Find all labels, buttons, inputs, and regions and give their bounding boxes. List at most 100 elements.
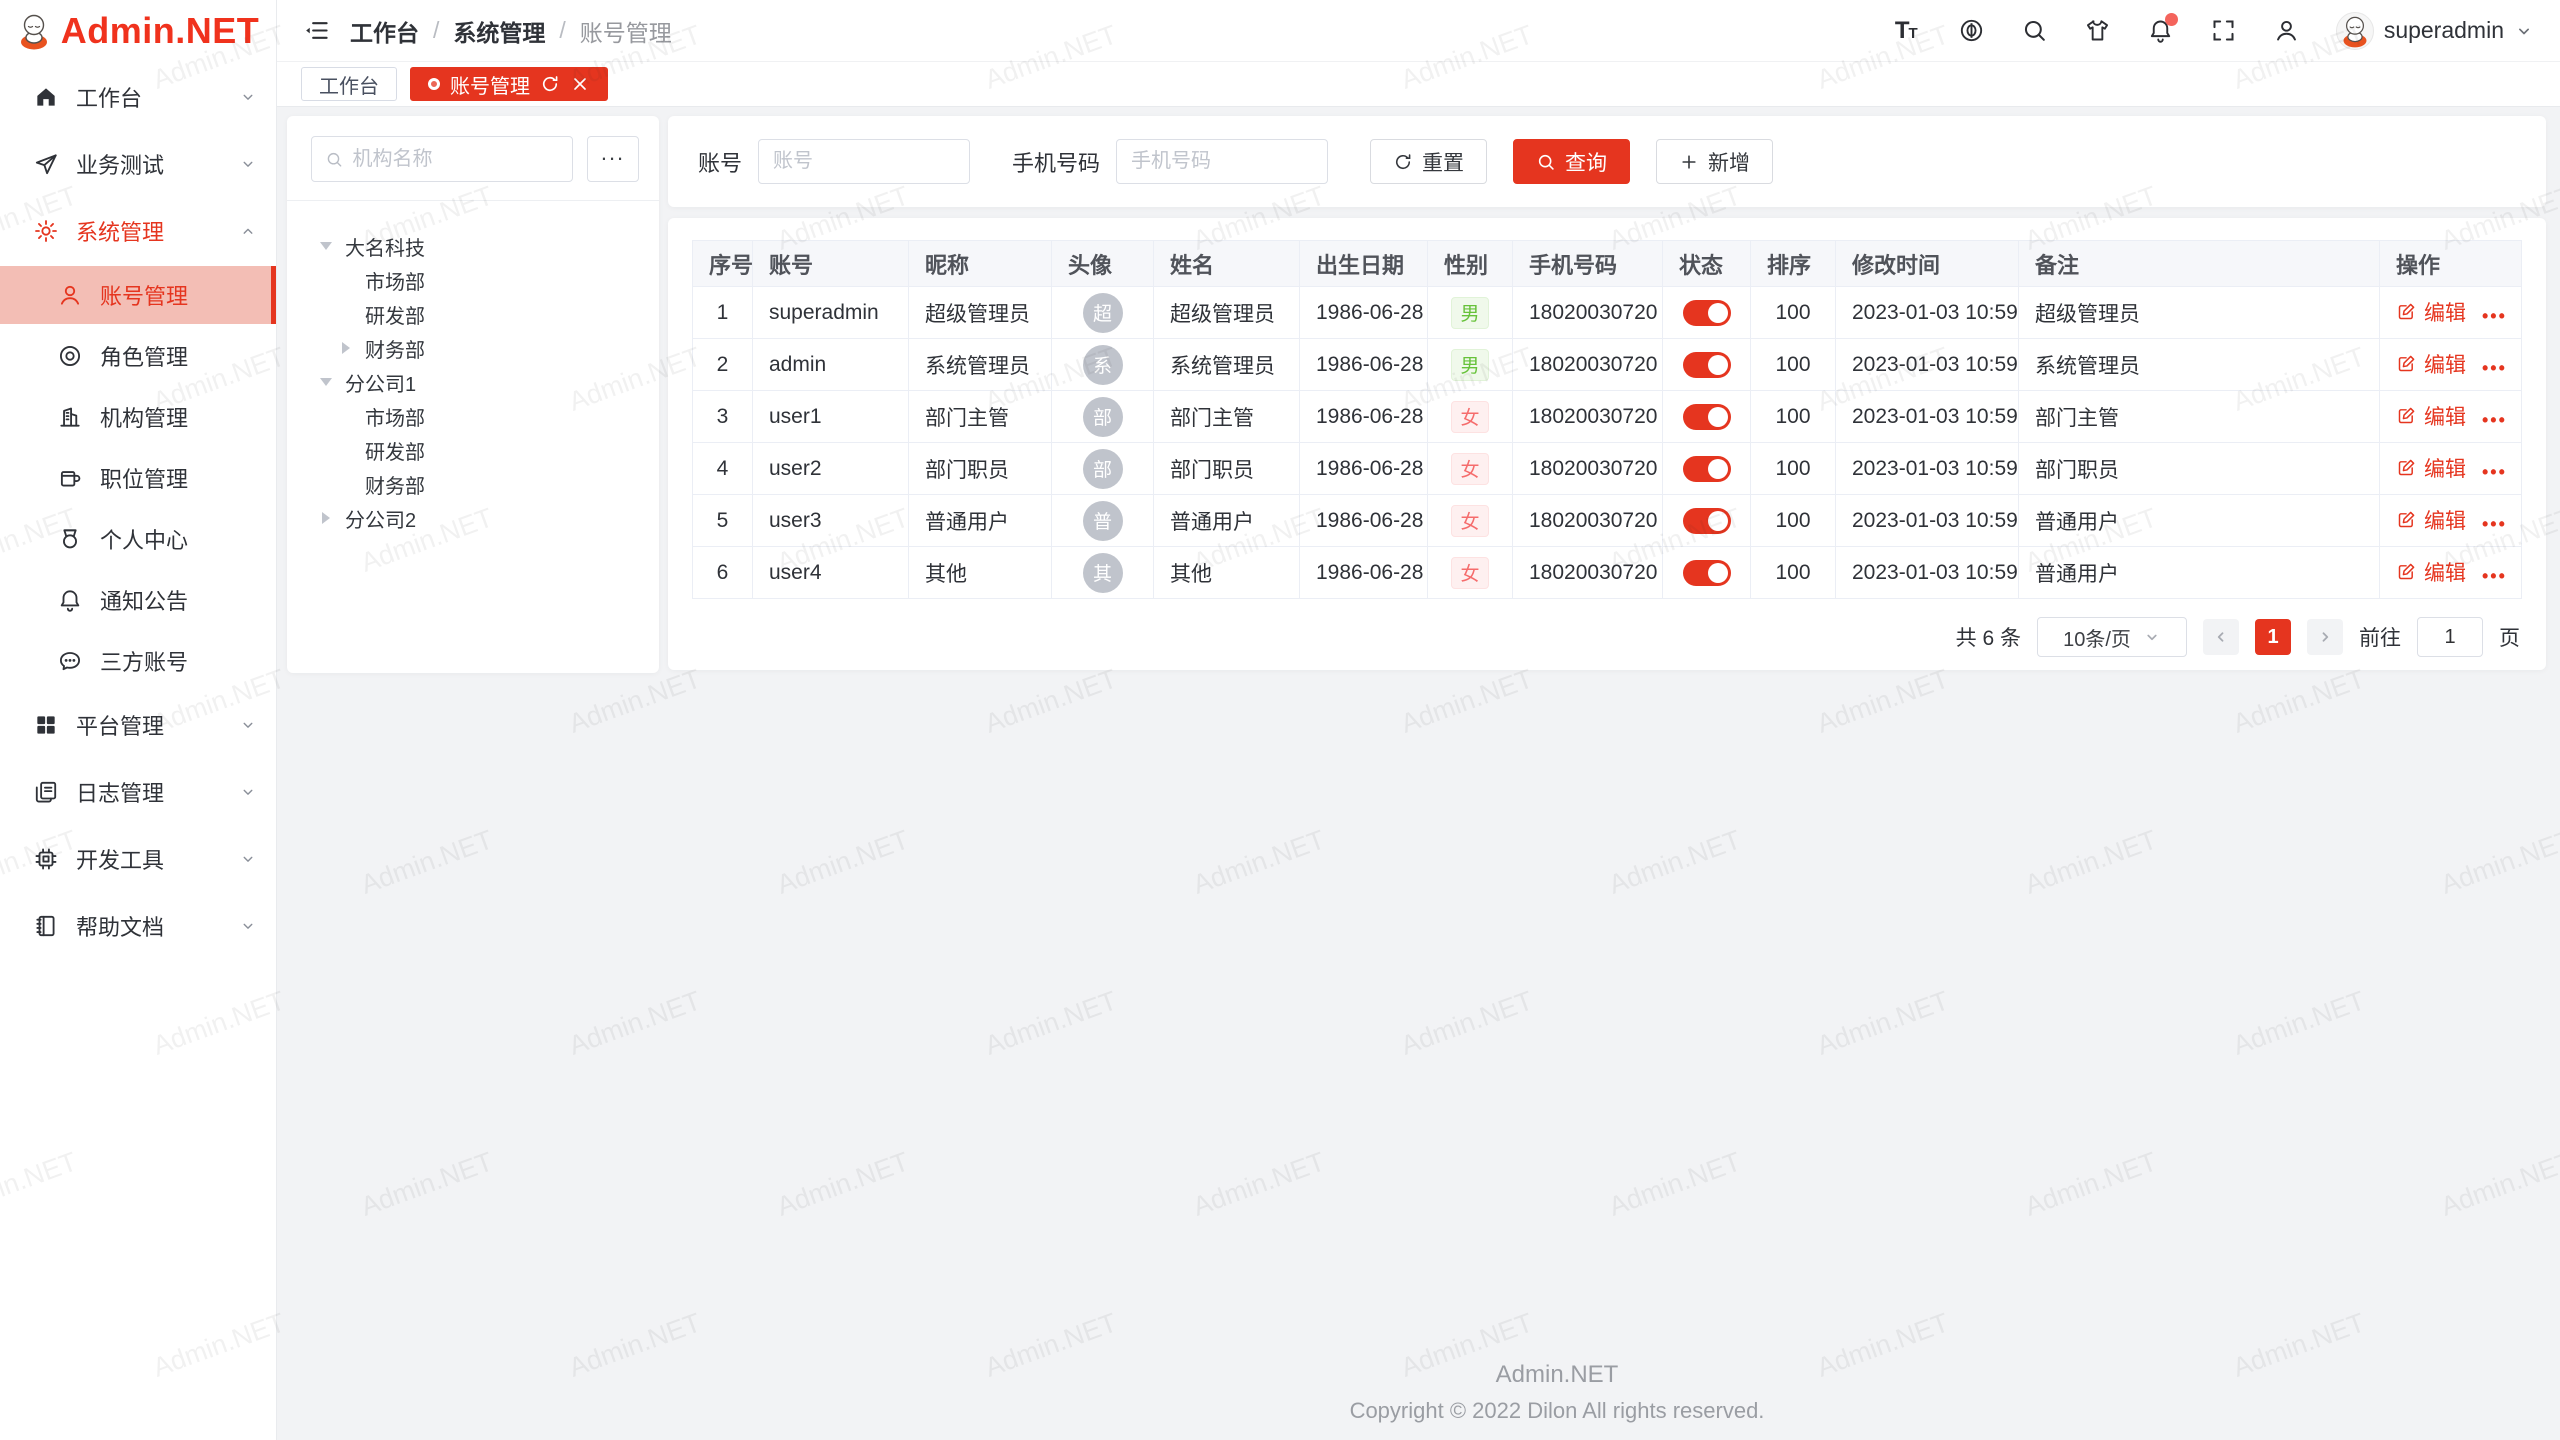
- edit-button[interactable]: 编辑: [2396, 453, 2466, 483]
- sidebar-item-org[interactable]: 机构管理: [0, 388, 276, 446]
- language-icon[interactable]: [1958, 17, 1985, 44]
- tree-node[interactable]: 大名科技: [287, 229, 659, 263]
- status-toggle[interactable]: [1683, 508, 1731, 534]
- status-toggle[interactable]: [1683, 456, 1731, 482]
- tab-account-active[interactable]: 账号管理: [410, 67, 608, 101]
- cell-index: 4: [693, 443, 753, 495]
- column-header: 账号: [753, 241, 909, 287]
- sidebar-item-label: 职位管理: [100, 462, 188, 494]
- cell-birth: 1986-06-28: [1300, 495, 1428, 547]
- breadcrumb-workbench[interactable]: 工作台: [350, 14, 419, 48]
- tree-node[interactable]: 财务部: [287, 467, 659, 501]
- app-title: Admin.NET: [61, 10, 260, 52]
- user-icon[interactable]: [2273, 17, 2300, 44]
- column-header: 昵称: [909, 241, 1052, 287]
- tree-node[interactable]: 财务部: [287, 331, 659, 365]
- cell-remark: 超级管理员: [2019, 287, 2380, 339]
- chevron-down-icon: [238, 154, 258, 174]
- sidebar-item-user[interactable]: 账号管理: [0, 266, 276, 324]
- page-size-select[interactable]: 10条/页: [2037, 617, 2187, 657]
- sidebar-item-chat[interactable]: 三方账号: [0, 632, 276, 690]
- fullscreen-icon[interactable]: [2210, 17, 2237, 44]
- tree-node[interactable]: 研发部: [287, 297, 659, 331]
- more-actions-button[interactable]: •••: [2482, 358, 2507, 379]
- cell-order: 100: [1751, 495, 1836, 547]
- tree-caret-icon[interactable]: [335, 337, 357, 359]
- refresh-tab-icon[interactable]: [540, 74, 560, 94]
- org-more-button[interactable]: ...: [587, 136, 639, 182]
- edit-button[interactable]: 编辑: [2396, 557, 2466, 587]
- close-tab-icon[interactable]: [570, 74, 590, 94]
- account-input[interactable]: [758, 139, 970, 184]
- prev-page-button[interactable]: [2203, 619, 2239, 655]
- chevron-up-icon: [238, 221, 258, 241]
- sidebar-item-home[interactable]: 工作台: [0, 65, 276, 129]
- more-actions-button[interactable]: •••: [2482, 462, 2507, 483]
- table-header-row: 序号账号昵称头像姓名出生日期性别手机号码状态排序修改时间备注操作: [693, 241, 2522, 287]
- cell-actions: 编辑 •••: [2380, 495, 2522, 547]
- theme-icon[interactable]: [2084, 17, 2111, 44]
- edit-button[interactable]: 编辑: [2396, 401, 2466, 431]
- page-1-button[interactable]: 1: [2255, 619, 2291, 655]
- chat-icon: [57, 648, 83, 674]
- status-toggle[interactable]: [1683, 352, 1731, 378]
- edit-button[interactable]: 编辑: [2396, 505, 2466, 535]
- sidebar-item-position[interactable]: 职位管理: [0, 449, 276, 507]
- more-actions-button[interactable]: •••: [2482, 566, 2507, 587]
- gender-tag: 男: [1451, 349, 1489, 381]
- collapse-menu-icon[interactable]: [303, 17, 330, 44]
- edit-button[interactable]: 编辑: [2396, 297, 2466, 327]
- status-toggle[interactable]: [1683, 300, 1731, 326]
- edit-button[interactable]: 编辑: [2396, 349, 2466, 379]
- cell-birth: 1986-06-28: [1300, 547, 1428, 599]
- status-toggle[interactable]: [1683, 404, 1731, 430]
- sidebar-item-book[interactable]: 帮助文档: [0, 894, 276, 958]
- search-button[interactable]: 查询: [1513, 139, 1630, 184]
- sidebar-item-log[interactable]: 日志管理: [0, 760, 276, 824]
- org-search-box: [311, 136, 573, 182]
- search-icon[interactable]: [2021, 17, 2048, 44]
- tree-node[interactable]: 分公司1: [287, 365, 659, 399]
- tree-caret-icon[interactable]: [315, 371, 337, 393]
- sidebar-item-platform[interactable]: 平台管理: [0, 693, 276, 757]
- tree-node[interactable]: 市场部: [287, 263, 659, 297]
- more-actions-button[interactable]: •••: [2482, 410, 2507, 431]
- status-toggle[interactable]: [1683, 560, 1731, 586]
- sidebar-item-gear[interactable]: 系统管理: [0, 199, 276, 263]
- tree-node[interactable]: 研发部: [287, 433, 659, 467]
- tab-workbench[interactable]: 工作台: [301, 67, 397, 101]
- sidebar-item-label: 业务测试: [76, 148, 164, 180]
- cell-index: 6: [693, 547, 753, 599]
- sidebar-item-cpu[interactable]: 开发工具: [0, 827, 276, 891]
- cell-gender: 女: [1428, 443, 1513, 495]
- main-content: ... 大名科技市场部研发部财务部分公司1市场部研发部财务部分公司2 账号 手机…: [277, 107, 2560, 1440]
- goto-page-input[interactable]: [2417, 617, 2483, 657]
- app-logo[interactable]: Admin.NET: [0, 0, 276, 62]
- home-icon: [33, 84, 59, 110]
- sidebar-item-bell[interactable]: 通知公告: [0, 571, 276, 629]
- tree-node-label: 市场部: [365, 402, 425, 431]
- tree-caret-icon[interactable]: [315, 235, 337, 257]
- notification-icon[interactable]: [2147, 17, 2174, 44]
- reset-button[interactable]: 重置: [1370, 139, 1487, 184]
- phone-input[interactable]: [1116, 139, 1328, 184]
- tree-caret-icon[interactable]: [315, 507, 337, 529]
- sidebar-item-medal[interactable]: 个人中心: [0, 510, 276, 568]
- next-page-button[interactable]: [2307, 619, 2343, 655]
- user-menu[interactable]: superadmin: [2336, 12, 2534, 50]
- font-size-icon[interactable]: TT: [1895, 17, 1922, 44]
- sidebar-item-label: 日志管理: [76, 776, 164, 808]
- sidebar-item-send[interactable]: 业务测试: [0, 132, 276, 196]
- cell-status: [1663, 495, 1751, 547]
- breadcrumb-system[interactable]: 系统管理: [453, 14, 545, 48]
- org-search-input[interactable]: [353, 148, 559, 171]
- more-actions-button[interactable]: •••: [2482, 306, 2507, 327]
- cell-remark: 部门主管: [2019, 391, 2380, 443]
- tree-node[interactable]: 分公司2: [287, 501, 659, 535]
- add-button[interactable]: 新增: [1656, 139, 1773, 184]
- sidebar-item-role[interactable]: 角色管理: [0, 327, 276, 385]
- account-table: 序号账号昵称头像姓名出生日期性别手机号码状态排序修改时间备注操作 1supera…: [692, 240, 2522, 599]
- tree-node-label: 分公司1: [345, 368, 416, 397]
- tree-node[interactable]: 市场部: [287, 399, 659, 433]
- more-actions-button[interactable]: •••: [2482, 514, 2507, 535]
